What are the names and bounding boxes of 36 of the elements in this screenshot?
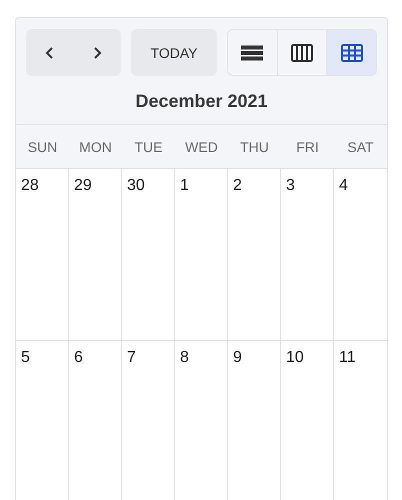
day-cell[interactable]: 6 [69, 341, 122, 500]
day-cell[interactable]: 5 [16, 341, 69, 500]
weekday-header: SAT [346, 138, 375, 154]
list-view-icon [241, 44, 264, 60]
day-number: 5 [21, 349, 30, 366]
day-cell[interactable]: 11 [334, 341, 387, 500]
day-number: 10 [286, 349, 304, 366]
day-number: 4 [339, 177, 348, 194]
weekday-header: MON [78, 138, 113, 154]
day-number: 2 [233, 177, 242, 194]
weekday-header: TUE [134, 138, 164, 154]
day-number: 28 [21, 177, 39, 194]
view-button[interactable] [228, 30, 278, 75]
weekday-header: SUN [26, 138, 58, 154]
day-number: 7 [127, 349, 136, 366]
weekday-header: THU [239, 138, 270, 154]
day-number: 30 [127, 177, 145, 194]
today-button[interactable]: TODAY [131, 29, 217, 76]
day-number: 1 [180, 177, 189, 194]
day-cell[interactable]: 9 [228, 341, 281, 500]
month-view-icon [340, 44, 363, 62]
day-number: 29 [74, 177, 92, 194]
day-cell[interactable]: 4 [334, 169, 387, 340]
month-title: December 2021 [134, 90, 269, 113]
day-number: 8 [180, 349, 189, 366]
day-number: 3 [286, 177, 295, 194]
day-number: 6 [74, 349, 83, 366]
day-cell[interactable]: 10 [281, 341, 334, 500]
view-button[interactable] [327, 30, 376, 75]
weekday-header: WED [184, 138, 219, 154]
day-cell[interactable]: 7 [122, 341, 175, 500]
day-number: 9 [233, 349, 242, 366]
week-view-icon [291, 44, 313, 62]
day-cell[interactable]: 8 [175, 341, 228, 500]
weekday-header: FRI [295, 138, 320, 154]
day-number: 11 [339, 349, 356, 366]
